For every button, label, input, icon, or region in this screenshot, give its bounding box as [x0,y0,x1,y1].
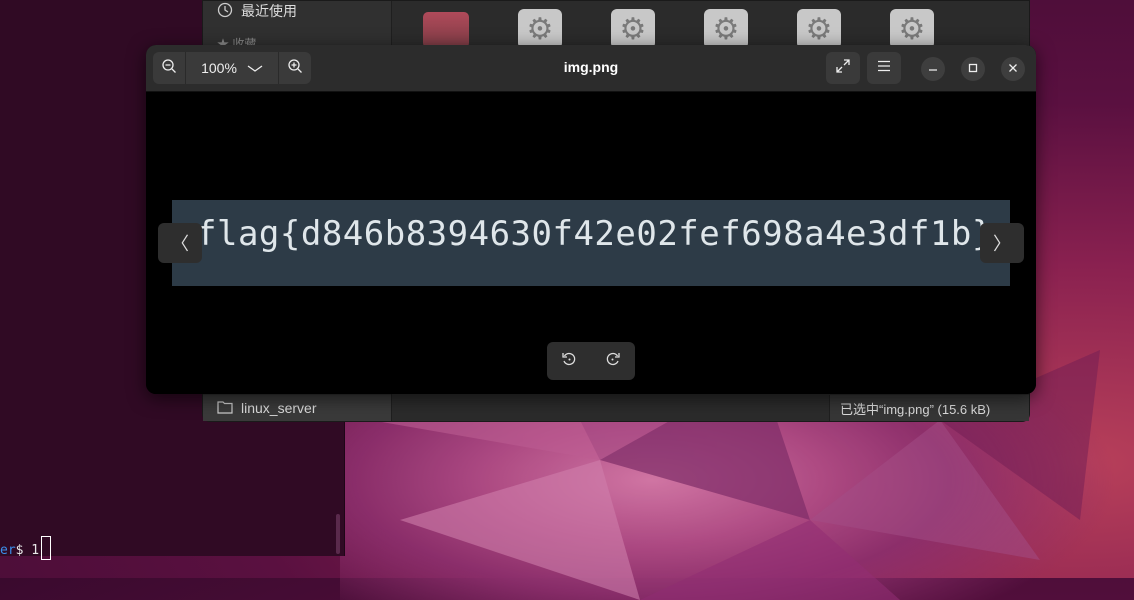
folder-icon[interactable] [423,12,469,48]
gear-icon[interactable]: ⚙ [797,9,841,49]
status-bar-selection: 已选中“img.png” (15.6 kB) [829,395,1029,421]
fullscreen-button[interactable] [826,52,860,84]
zoom-out-button[interactable] [153,52,185,84]
terminal-user: er [0,543,16,558]
sidebar-item-label: 最近使用 [241,3,297,19]
fullscreen-icon [835,58,851,79]
file-manager-bottom: linux_server 已选中“img.png” (15.6 kB) [203,395,1029,421]
file-icon-grid: ⚙ ⚙ ⚙ ⚙ ⚙ [423,9,934,49]
maximize-button[interactable] [961,57,985,81]
sidebar-item-linux-server[interactable]: linux_server [203,395,391,421]
rotate-right-icon [605,352,621,371]
minimize-icon [928,62,938,76]
gear-icon[interactable]: ⚙ [704,9,748,49]
sidebar-item-label: linux_server [241,400,317,416]
terminal-prompt-line: er$ 1 [0,536,52,560]
main-menu-button[interactable] [867,52,901,84]
rotate-left-button[interactable] [561,351,577,372]
chevron-left-icon: 〈 [171,234,189,254]
terminal-scrollbar[interactable] [336,514,340,554]
rotate-controls [547,342,635,380]
zoom-level-dropdown[interactable]: 100% [184,52,280,84]
chevron-right-icon: 〉 [993,234,1011,254]
close-button[interactable] [1001,57,1025,81]
close-icon [1008,62,1018,76]
gear-icon[interactable]: ⚙ [518,9,562,49]
gear-icon[interactable]: ⚙ [890,9,934,49]
zoom-in-icon [287,58,303,79]
hamburger-menu-icon [877,59,891,77]
image-text: flag{d846b8394630f42e02fef698a4e3df1b} [196,214,993,254]
chevron-down-icon [247,60,263,76]
clock-icon [217,2,233,21]
zoom-level-value: 100% [201,60,237,76]
terminal-cursor [41,536,52,560]
displayed-image: flag{d846b8394630f42e02fef698a4e3df1b} [172,200,1010,286]
terminal-prompt: $ 1 [15,543,40,558]
rotate-right-button[interactable] [605,351,621,372]
folder-icon [217,400,233,417]
zoom-controls: 100% [153,52,311,84]
previous-image-button[interactable]: 〈 [158,223,202,263]
image-viewer-window[interactable]: 100% img.png flag{d846b8394630f42e02fef6… [146,45,1036,394]
zoom-out-icon [161,58,177,79]
header-bar: 100% img.png [146,45,1036,92]
rotate-left-icon [561,352,577,371]
minimize-button[interactable] [921,57,945,81]
maximize-icon [968,62,978,76]
sidebar-item-recent[interactable]: 最近使用 [217,1,297,21]
zoom-in-button[interactable] [279,52,311,84]
gear-icon[interactable]: ⚙ [611,9,655,49]
next-image-button[interactable]: 〉 [980,223,1024,263]
image-canvas[interactable]: flag{d846b8394630f42e02fef698a4e3df1b} 〈… [146,92,1036,394]
